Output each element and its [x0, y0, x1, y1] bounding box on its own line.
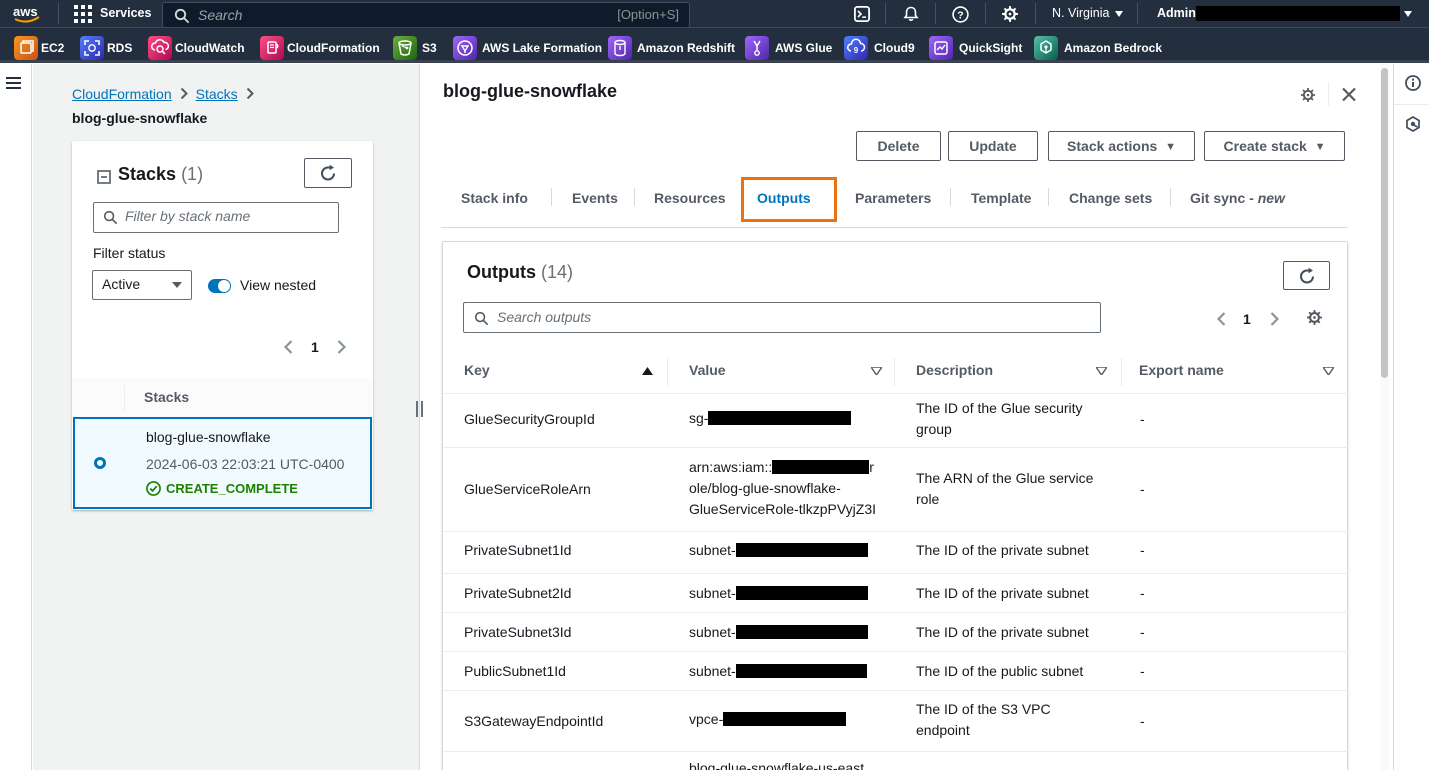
- svg-text:9: 9: [854, 46, 859, 55]
- svg-text:?: ?: [957, 9, 963, 21]
- svg-text:aws: aws: [13, 4, 38, 19]
